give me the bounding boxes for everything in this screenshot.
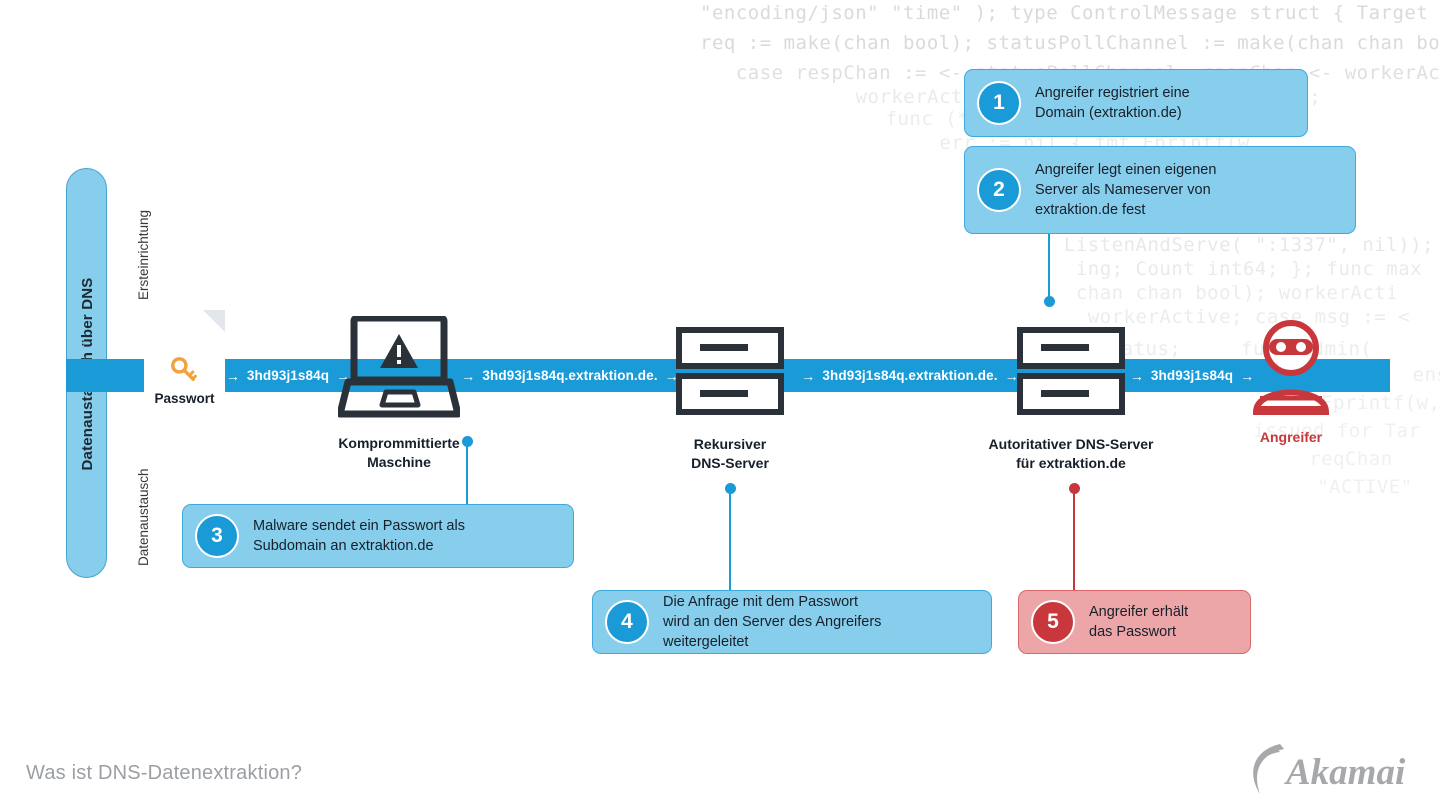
callout-4-text: Die Anfrage mit dem Passwort wird an den…: [663, 594, 882, 650]
node-recursive-dns-server: Rekursiver DNS-Server: [676, 327, 784, 471]
flow-band-stub: [66, 359, 111, 392]
password-document: Passwort: [144, 310, 225, 428]
connector-dot-callout-2: [1043, 296, 1055, 307]
callout-1-text: Angreifer registriert eine Domain (extra…: [1035, 85, 1190, 121]
callout-5-badge: 5: [1031, 600, 1075, 644]
password-document-label: Passwort: [154, 391, 215, 406]
callout-3-badge: 3: [195, 514, 239, 558]
connector-dot-callout-5: [1068, 483, 1080, 494]
node-compromised-machine: Komprommittierte Maschine: [336, 314, 462, 470]
background-code-line: chan chan bool); workerActi: [1040, 282, 1399, 304]
background-code-line: req := make(chan bool); statusPollChanne…: [700, 32, 1440, 54]
connector-dot-callout-3: [461, 436, 473, 447]
flow-label-segment-2: → 3hd93j1s84q.extraktion.de. →: [460, 359, 680, 392]
node-label-recursive-dns-server: Rekursiver DNS-Server: [691, 436, 769, 471]
svg-text:Akamai: Akamai: [1284, 752, 1406, 793]
flow-label-segment-3: → 3hd93j1s84q.extraktion.de. →: [800, 359, 1020, 392]
node-label-attacker: Angreifer: [1259, 429, 1323, 445]
callout-4[interactable]: 4 Die Anfrage mit dem Passwort wird an d…: [592, 590, 992, 654]
akamai-logo: Akamai: [1246, 742, 1414, 798]
callout-1-badge: 1: [977, 81, 1021, 125]
page-title: Was ist DNS-Datenextraktion?: [26, 762, 303, 784]
node-attacker: Angreifer: [1248, 318, 1334, 445]
phase-label-exchange: Datenaustausch: [136, 468, 151, 566]
flow-label-text-2: 3hd93j1s84q.extraktion.de.: [482, 368, 658, 383]
connector-line-callout-5: [1073, 490, 1075, 592]
node-authoritative-dns-server: Autoritativer DNS-Server für extraktion.…: [989, 327, 1153, 471]
background-code-line: "ACTIVE": [1150, 476, 1413, 498]
callout-3-text: Malware sendet ein Passwort als Subdomai…: [253, 518, 465, 554]
flow-label-segment-4: → 3hd93j1s84q →: [1129, 359, 1254, 392]
key-icon: [168, 354, 202, 393]
flow-label-text-3: 3hd93j1s84q.extraktion.de.: [822, 368, 998, 383]
connector-line-callout-4: [729, 490, 731, 592]
callout-2-text: Angreifer legt einen eigenen Server als …: [1035, 162, 1217, 218]
server-icon: [676, 327, 784, 415]
flow-arrow-left-1: →: [225, 367, 240, 384]
connector-line-callout-3: [466, 441, 468, 507]
flow-label-text-4: 3hd93j1s84q: [1150, 368, 1234, 383]
background-code-line: ListenAndServe( ":1337", nil)); };pac: [1063, 234, 1434, 256]
background-code-line: ing; Count int64; }; func max: [1040, 258, 1423, 280]
flow-arrow-left-4: →: [1129, 367, 1144, 384]
flow-arrow-left-2: →: [461, 367, 476, 384]
callout-1[interactable]: 1 Angreifer registriert eine Domain (ext…: [964, 69, 1308, 137]
node-label-compromised-machine: Komprommittierte Maschine: [338, 435, 460, 470]
diagram-canvas: "encoding/json" "time" ); type ControlMe…: [0, 0, 1440, 810]
server-icon: [1017, 327, 1125, 415]
flow-label-segment-1: → 3hd93j1s84q →: [225, 359, 350, 392]
connector-line-callout-2: [1048, 233, 1050, 305]
background-code-line: reqChan: [1130, 448, 1393, 470]
attacker-icon: [1252, 320, 1330, 415]
callout-5-text: Angreifer erhält das Passwort: [1089, 604, 1189, 640]
callout-2-badge: 2: [977, 168, 1021, 212]
connector-dot-callout-4: [724, 483, 736, 494]
laptop-warning-icon: [336, 314, 462, 418]
callout-5[interactable]: 5 Angreifer erhält das Passwort: [1018, 590, 1251, 654]
background-code-line: workerActive; case msg := <: [1040, 306, 1411, 328]
phase-label-setup: Ersteinrichtung: [136, 209, 151, 300]
flow-arrow-left-3: →: [801, 367, 816, 384]
background-code-line: "encoding/json" "time" ); type ControlMe…: [700, 2, 1429, 24]
flow-label-text-1: 3hd93j1s84q: [246, 368, 330, 383]
node-label-authoritative-dns-server: Autoritativer DNS-Server für extraktion.…: [988, 436, 1154, 471]
callout-2[interactable]: 2 Angreifer legt einen eigenen Server al…: [964, 146, 1356, 234]
callout-4-badge: 4: [605, 600, 649, 644]
callout-3[interactable]: 3 Malware sendet ein Passwort als Subdom…: [182, 504, 574, 568]
